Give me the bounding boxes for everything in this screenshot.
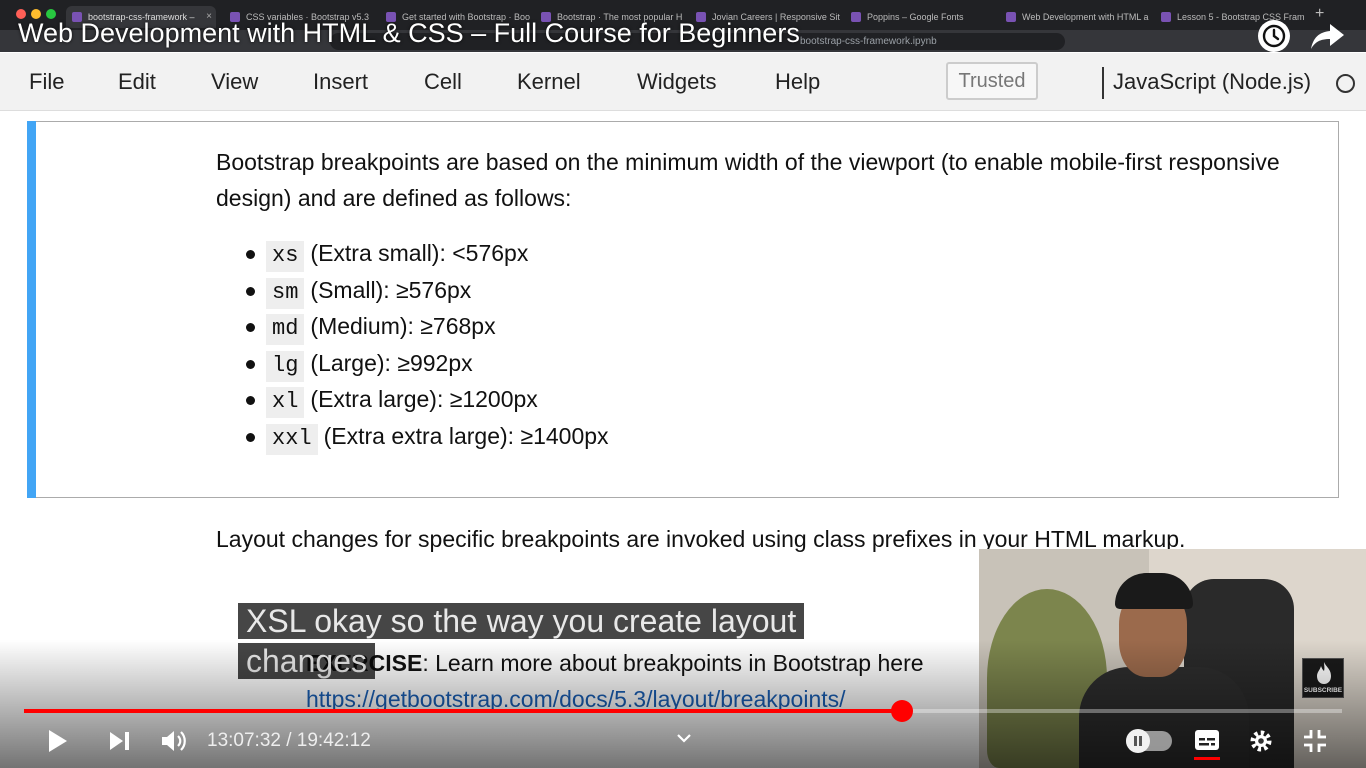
breakpoint-item: xxl (Extra extra large): ≥1400px <box>246 423 609 460</box>
flame-icon <box>1317 662 1331 684</box>
progress-played <box>24 709 902 713</box>
settings-button[interactable] <box>1248 728 1274 759</box>
subtitles-icon <box>1195 730 1219 750</box>
play-button[interactable] <box>46 728 70 759</box>
breakpoint-item: lg (Large): ≥992px <box>246 350 609 387</box>
progress-bar[interactable] <box>24 700 1342 722</box>
bullet-icon <box>246 323 255 333</box>
captions-active-indicator <box>1194 757 1220 760</box>
bullet-icon <box>246 286 255 296</box>
breakpoint-item: md (Medium): ≥768px <box>246 313 609 350</box>
presenter-body <box>1079 667 1249 768</box>
breakpoint-code: md <box>266 314 305 346</box>
screen: bootstrap-css-framework – × CSS variables … <box>0 0 1366 768</box>
tab-favicon-icon <box>1161 12 1171 22</box>
caption-text: XSL okay so the way you create layout ch… <box>238 603 805 679</box>
watch-later-button[interactable] <box>1258 20 1290 52</box>
breakpoint-description: (Medium): ≥768px <box>310 313 496 340</box>
menu-help[interactable]: Help <box>775 69 820 95</box>
share-arrow-icon <box>1311 24 1344 49</box>
bullet-icon <box>246 250 255 259</box>
breakpoint-item: xs (Extra small): <576px <box>246 240 609 277</box>
menu-widgets[interactable]: Widgets <box>637 69 716 95</box>
browser-tab[interactable]: Poppins – Google Fonts <box>845 6 995 28</box>
time-display: 13:07:32 / 19:42:12 <box>207 730 371 751</box>
breakpoint-code: xl <box>266 387 305 419</box>
menu-file[interactable]: File <box>29 69 64 95</box>
breakpoint-code: lg <box>266 350 305 382</box>
menu-view[interactable]: View <box>211 69 258 95</box>
clock-icon <box>1262 24 1286 48</box>
scrubber-handle[interactable] <box>890 700 913 722</box>
chevron-down-icon <box>677 734 691 743</box>
tab-title: Web Development with HTML a <box>1022 12 1149 22</box>
menu-cell[interactable]: Cell <box>424 69 462 95</box>
subscribe-label: SUBSCRIBE <box>1303 687 1343 694</box>
menu-insert[interactable]: Insert <box>313 69 368 95</box>
breakpoints-intro: Bootstrap breakpoints are based on the m… <box>216 149 1280 211</box>
autoplay-toggle[interactable] <box>1126 729 1172 753</box>
breakpoint-code: xs <box>266 241 305 272</box>
volume-button[interactable] <box>160 728 188 759</box>
autoplay-knob <box>1126 729 1150 753</box>
tab-title: Poppins – Google Fonts <box>867 12 964 22</box>
bullet-icon <box>246 396 255 406</box>
volume-icon <box>162 731 186 751</box>
kernel-idle-icon <box>1336 74 1355 93</box>
breakpoint-description: (Extra large): ≥1200px <box>310 386 538 413</box>
markdown-cell[interactable]: Bootstrap breakpoints are based on the m… <box>27 121 1339 498</box>
breakpoint-description: (Large): ≥992px <box>310 349 473 376</box>
bullet-icon <box>246 359 255 369</box>
tab-favicon-icon <box>1006 12 1016 22</box>
trusted-indicator[interactable]: Trusted <box>946 62 1038 100</box>
breakpoint-item: sm (Small): ≥576px <box>246 277 609 314</box>
breakpoint-code: xxl <box>266 423 318 455</box>
exit-fullscreen-icon <box>1304 730 1326 752</box>
tab-favicon-icon <box>851 12 861 22</box>
subscribe-watermark[interactable]: SUBSCRIBE <box>1302 658 1344 698</box>
bullet-icon <box>246 432 255 442</box>
menu-edit[interactable]: Edit <box>118 69 156 95</box>
kernel-name[interactable]: JavaScript (Node.js) <box>1113 69 1311 95</box>
cell-selection-bar <box>27 121 36 498</box>
notebook-menubar: File Edit View Insert Cell Kernel Widget… <box>0 53 1366 111</box>
breakpoint-item: xl (Extra large): ≥1200px <box>246 386 609 423</box>
next-button[interactable] <box>108 730 132 757</box>
share-button[interactable] <box>1308 20 1348 52</box>
pause-icon <box>1134 736 1142 746</box>
breakpoint-description: (Extra extra large): ≥1400px <box>323 422 609 449</box>
exit-fullscreen-button[interactable] <box>1302 728 1328 759</box>
video-caption: XSL okay so the way you create layout ch… <box>238 601 832 681</box>
captions-button[interactable] <box>1194 729 1220 756</box>
breakpoint-list: xs (Extra small): <576px sm (Small): ≥576px… <box>246 240 609 460</box>
skip-next-icon <box>110 732 129 750</box>
breakpoint-code: sm <box>266 277 305 309</box>
chapter-expand-button[interactable] <box>674 728 694 748</box>
kernel-divider <box>1102 67 1104 99</box>
play-icon <box>49 730 67 752</box>
gear-icon <box>1250 730 1272 752</box>
menu-kernel[interactable]: Kernel <box>517 69 581 95</box>
browser-tab[interactable]: Web Development with HTML a <box>1000 6 1150 28</box>
breakpoint-description: (Extra small): <576px <box>310 240 529 266</box>
breakpoint-description: (Small): ≥576px <box>310 276 472 303</box>
video-title[interactable]: Web Development with HTML & CSS – Full C… <box>18 18 800 49</box>
